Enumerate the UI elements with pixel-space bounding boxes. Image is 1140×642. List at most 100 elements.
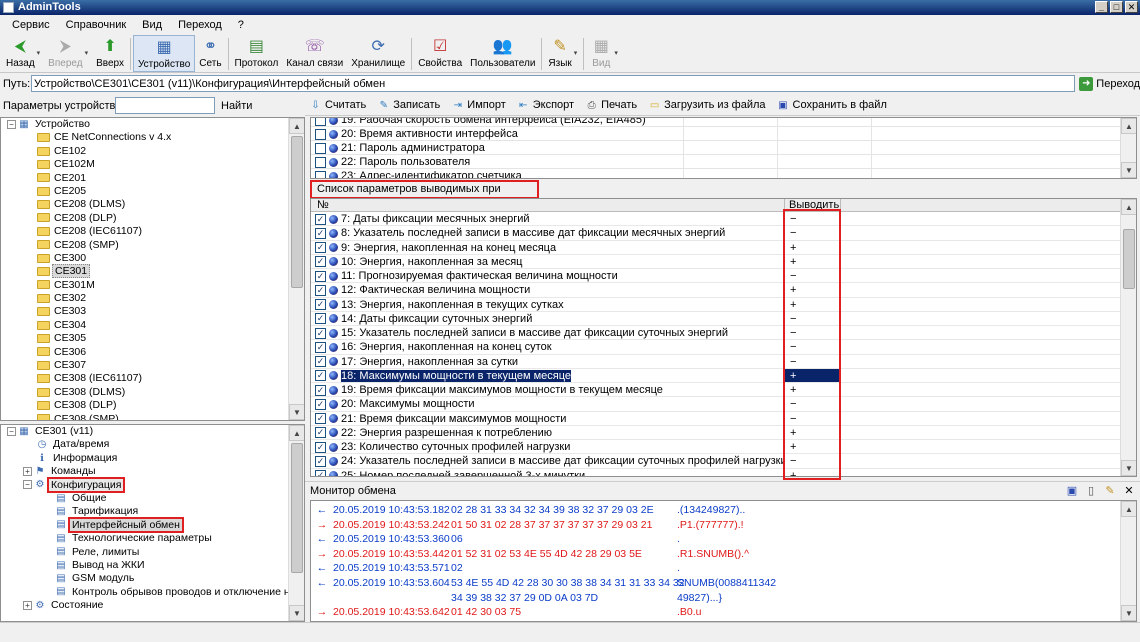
interface-param-row[interactable]: 19: Рабочая скорость обмена интерфейса (… <box>311 118 1136 127</box>
expand-icon[interactable]: + <box>23 600 32 610</box>
tree-item-device[interactable]: CE303 <box>1 305 304 318</box>
read-param-checkbox[interactable]: ✓ <box>315 242 326 254</box>
tree-item-device[interactable]: CE308 (DLP) <box>1 399 304 412</box>
tree-item-device[interactable]: CE305 <box>1 332 304 345</box>
tree-item-config[interactable]: ▤ Реле, лимиты <box>1 546 304 559</box>
collapse-icon[interactable]: − <box>7 426 16 436</box>
menu-reference[interactable]: Справочник <box>58 19 135 31</box>
read-param-checkbox[interactable]: ✓ <box>315 256 326 268</box>
output-flag[interactable]: + <box>785 383 841 397</box>
read-param-checkbox[interactable]: ✓ <box>315 441 326 453</box>
toolbar-button-8[interactable]: ☑ Свойства <box>414 35 466 72</box>
toolbar-button-6[interactable]: ☏ Канал связи <box>282 35 347 72</box>
toolbar-button-0[interactable]: ⮜ Назад <box>2 35 39 72</box>
output-flag[interactable]: + <box>785 254 841 268</box>
read-param-row[interactable]: ✓ 13: Энергия, накопленная в текущих сутк… <box>311 297 1136 312</box>
read-param-checkbox[interactable]: ✓ <box>315 398 326 410</box>
minimize-button[interactable]: _ <box>1095 1 1108 13</box>
tree-item-config[interactable]: − ⚙ Конфигурация <box>1 476 304 493</box>
params-toolbar-button-0[interactable]: ⇩ Считать <box>309 99 366 112</box>
tree-item-device[interactable]: CE301 <box>1 264 304 279</box>
collapse-icon[interactable]: − <box>7 119 16 129</box>
read-param-checkbox[interactable]: ✓ <box>315 384 326 396</box>
config-tree-root[interactable]: − ▦ CE301 (v11) <box>1 425 304 438</box>
scroll-down-icon[interactable]: ▼ <box>1121 162 1136 178</box>
read-param-row[interactable]: ✓ 11: Прогнозируемая фактическая величина… <box>311 269 1136 284</box>
read-param-checkbox[interactable]: ✓ <box>315 427 326 439</box>
output-flag[interactable]: + <box>785 297 841 311</box>
params-toolbar-button-2[interactable]: ⇥ Импорт <box>451 99 506 112</box>
scroll-down-icon[interactable]: ▼ <box>1121 460 1136 476</box>
toolbar-button-9[interactable]: 👥 Пользователи <box>466 35 539 72</box>
params-toolbar-button-3[interactable]: ⇤ Экспорт <box>517 99 574 112</box>
tree-item-device[interactable]: CE201 <box>1 172 304 185</box>
tree-item-config[interactable]: + ⚑ Команды <box>1 465 304 478</box>
toolbar-button-7[interactable]: ⟳ Хранилище <box>347 35 409 72</box>
interface-param-row[interactable]: 20: Время активности интерфейса <box>311 127 1136 141</box>
value-cell[interactable] <box>684 141 778 154</box>
tree-item-device[interactable]: CE308 (SMP) <box>1 413 304 420</box>
output-flag[interactable]: + <box>785 468 841 476</box>
device-search-input[interactable] <box>115 97 215 114</box>
read-param-checkbox[interactable]: ✓ <box>315 470 326 476</box>
toolbar-button-3[interactable]: ▦ Устройство <box>132 35 196 72</box>
menu-help[interactable]: ? <box>230 19 252 31</box>
close-button[interactable]: ✕ <box>1125 1 1138 13</box>
scroll-down-icon[interactable]: ▼ <box>1121 605 1136 621</box>
device-tree-scrollbar[interactable]: ▲ ▼ <box>288 118 304 420</box>
menu-view[interactable]: Вид <box>134 19 170 31</box>
read-param-row[interactable]: ✓ 14: Даты фиксации суточных энергий − <box>311 311 1136 326</box>
scroll-up-icon[interactable]: ▲ <box>1121 118 1136 134</box>
read-grid-scrollbar[interactable]: ▲ ▼ <box>1120 199 1136 476</box>
clear-log-icon[interactable]: ✎ <box>1103 484 1117 498</box>
output-flag[interactable]: − <box>785 212 841 226</box>
menu-navigate[interactable]: Переход <box>170 19 230 31</box>
tree-item-device[interactable]: CE102 <box>1 145 304 158</box>
read-param-checkbox[interactable]: ✓ <box>315 284 326 296</box>
output-flag[interactable]: − <box>785 226 841 240</box>
device-params-dropdown[interactable]: Параметры устройств ▾ <box>3 99 124 112</box>
col-output-header[interactable]: Выводить <box>785 199 841 211</box>
params-toolbar-button-1[interactable]: ✎ Записать <box>377 99 441 112</box>
read-param-row[interactable]: ✓ 16: Энергия, накопленная на конец суток… <box>311 340 1136 355</box>
read-param-checkbox[interactable]: ✓ <box>315 299 326 311</box>
tree-item-device[interactable]: CE208 (DLMS) <box>1 198 304 211</box>
read-param-row[interactable]: ✓ 10: Энергия, накопленная за месяц + <box>311 254 1136 269</box>
read-param-row[interactable]: ✓ 17: Энергия, накопленная за сутки − <box>311 354 1136 369</box>
read-param-row[interactable]: ✓ 18: Максимумы мощности в текущем месяце… <box>311 368 1136 383</box>
toolbar-button-5[interactable]: ▤ Протокол <box>231 35 283 72</box>
read-param-row[interactable]: ✓ 19: Время фиксации максимумов мощности … <box>311 383 1136 398</box>
read-param-row[interactable]: ✓ 22: Энергия разрешенная к потреблению + <box>311 425 1136 440</box>
read-param-checkbox[interactable]: ✓ <box>315 313 326 325</box>
value-cell[interactable] <box>684 118 778 126</box>
tree-item-config[interactable]: ▤ Тарификация <box>1 505 304 518</box>
output-flag[interactable]: − <box>785 326 841 340</box>
scroll-thumb[interactable] <box>291 136 303 288</box>
read-param-checkbox[interactable]: ✓ <box>315 455 326 467</box>
scroll-up-icon[interactable]: ▲ <box>289 425 304 441</box>
read-param-checkbox[interactable]: ✓ <box>315 227 326 239</box>
scroll-thumb[interactable] <box>1123 229 1135 289</box>
param-checkbox[interactable] <box>315 128 326 140</box>
value-cell[interactable] <box>684 169 778 178</box>
read-param-checkbox[interactable]: ✓ <box>315 213 326 225</box>
tree-item-device[interactable]: CE308 (IEC61107) <box>1 372 304 385</box>
tree-item-device[interactable]: CE308 (DLMS) <box>1 386 304 399</box>
read-param-row[interactable]: ✓ 25: Номер последней завершенной 3-х мин… <box>311 468 1136 476</box>
tree-item-device[interactable]: CE302 <box>1 292 304 305</box>
value-cell[interactable] <box>778 155 872 168</box>
tree-item-device[interactable]: CE301M <box>1 279 304 292</box>
config-tree-scrollbar[interactable]: ▲ ▼ <box>288 425 304 621</box>
value-cell[interactable] <box>778 118 872 126</box>
output-flag[interactable]: + <box>785 368 841 382</box>
output-flag[interactable]: − <box>785 311 841 325</box>
tree-item-device[interactable]: CE304 <box>1 319 304 332</box>
tree-item-device[interactable]: CE208 (SMP) <box>1 239 304 252</box>
value-cell[interactable] <box>778 127 872 140</box>
output-flag[interactable]: + <box>785 440 841 454</box>
expand-icon[interactable]: + <box>23 466 32 476</box>
tree-item-config[interactable]: ℹ Информация <box>1 452 304 465</box>
read-param-row[interactable]: ✓ 7: Даты фиксации месячных энергий − <box>311 212 1136 227</box>
go-button[interactable]: ➜ Переход <box>1079 76 1140 91</box>
output-flag[interactable]: + <box>785 425 841 439</box>
